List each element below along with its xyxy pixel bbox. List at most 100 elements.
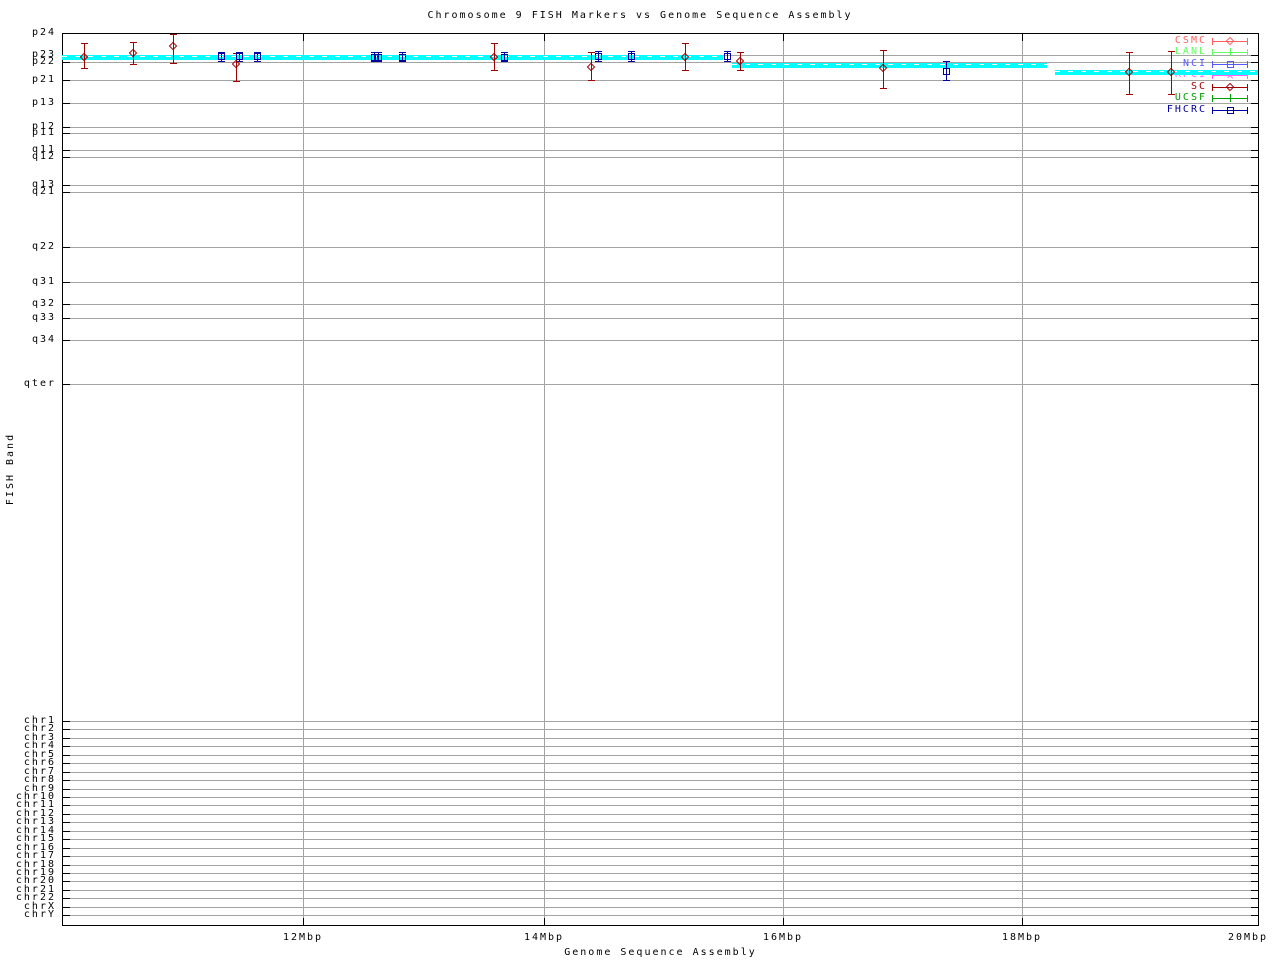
ytick-left-p21 [63, 80, 70, 81]
gridline-chr6 [63, 763, 1258, 764]
errorbar-cap [1168, 51, 1175, 52]
errorbar-cap [130, 42, 137, 43]
errorbar-cap [81, 68, 88, 69]
errorbar-cap [682, 43, 689, 44]
ytick-right-chr6 [1251, 763, 1258, 764]
ytick-right-chr15 [1251, 839, 1258, 840]
gridline-12Mbp [303, 34, 304, 925]
data-point-FHCRC [399, 54, 406, 61]
ytick-left-qter [63, 384, 70, 385]
gridline-chr5 [63, 755, 1258, 756]
ytick-label-q32: q32 [31, 298, 56, 309]
errorbar-cap [491, 43, 498, 44]
errorbar-cap [501, 52, 508, 53]
gridline-chr18 [63, 865, 1258, 866]
ytick-left-p13 [63, 103, 70, 104]
ytick-right-q34 [1251, 340, 1258, 341]
errorbar-cap [233, 81, 240, 82]
legend-label-LANL: LANL [1174, 46, 1207, 57]
ytick-left-q31 [63, 282, 70, 283]
ytick-left-chr10 [63, 797, 70, 798]
errorbar-cap [724, 61, 731, 62]
ytick-right-q32 [1251, 304, 1258, 305]
gridline-chr22 [63, 898, 1258, 899]
xtick-label-20Mbp: 20Mbp [1227, 932, 1269, 943]
gridline-chr3 [63, 738, 1258, 739]
ytick-label-q33: q33 [31, 312, 56, 323]
legend-cap [1247, 38, 1248, 45]
gridline-chr14 [63, 831, 1258, 832]
legend-cap [1212, 107, 1213, 114]
gridline-chr10 [63, 797, 1258, 798]
ytick-left-chr3 [63, 738, 70, 739]
legend-cap [1212, 61, 1213, 68]
legend-cap [1212, 38, 1213, 45]
ytick-right-chr10 [1251, 797, 1258, 798]
gridline-p11 [63, 133, 1258, 134]
legend-sample-UCSF [1212, 93, 1248, 104]
xtick-top-16Mbp [783, 34, 784, 41]
ytick-right-p21 [1251, 80, 1258, 81]
gridline-chr1 [63, 721, 1258, 722]
ytick-left-p11 [63, 133, 70, 134]
ytick-label-q21: q21 [31, 186, 56, 197]
gridline-chr2 [63, 729, 1258, 730]
data-point-FHCRC [236, 53, 243, 60]
ytick-left-chr7 [63, 772, 70, 773]
xtick-label-12Mbp: 12Mbp [282, 932, 324, 943]
ytick-left-q13 [63, 185, 70, 186]
legend-sample-SC [1212, 82, 1248, 93]
errorbar-cap [724, 51, 731, 52]
gridline-p12 [63, 127, 1258, 128]
legend-label-FHCRC: FHCRC [1166, 104, 1207, 115]
errorbar-cap [943, 80, 950, 81]
xtick-top-12Mbp [303, 34, 304, 41]
errorbar-cap [375, 61, 382, 62]
gridline-q13 [63, 185, 1258, 186]
ytick-left-chrY [63, 915, 70, 916]
errorbar-cap [628, 61, 635, 62]
ytick-right-q31 [1251, 282, 1258, 283]
errorbar-cap [943, 61, 950, 62]
ytick-left-chr2 [63, 729, 70, 730]
ytick-right-p13 [1251, 103, 1258, 104]
legend-label-CSMC: CSMC [1174, 35, 1207, 46]
gridline-14Mbp [544, 34, 545, 925]
errorbar-cap [1168, 94, 1175, 95]
ytick-right-chr9 [1251, 789, 1258, 790]
legend-cap [1247, 49, 1248, 56]
ytick-right-q13 [1251, 185, 1258, 186]
ytick-label-q34: q34 [31, 334, 56, 345]
ytick-left-chr18 [63, 865, 70, 866]
gridline-chr17 [63, 856, 1258, 857]
gridline-chr12 [63, 814, 1258, 815]
gridline-p22 [63, 62, 1258, 63]
errorbar-cap [588, 80, 595, 81]
ytick-left-chr5 [63, 755, 70, 756]
ytick-right-q12 [1251, 157, 1258, 158]
errorbar-cap [628, 51, 635, 52]
y-axis-label: FISH Band [5, 432, 16, 506]
ytick-left-chr6 [63, 763, 70, 764]
legend-sample-NCI [1212, 59, 1248, 70]
gridline-p21 [63, 80, 1258, 81]
gridline-chr15 [63, 839, 1258, 840]
ytick-label-chrY: chrY [23, 909, 56, 920]
legend-marker-SC [1225, 82, 1235, 92]
ytick-left-chr11 [63, 805, 70, 806]
errorbar-cap [1126, 94, 1133, 95]
legend-marker-LANL [1230, 48, 1231, 56]
data-point-FHCRC [254, 53, 261, 60]
gridline-chr19 [63, 873, 1258, 874]
errorbar-cap [399, 61, 406, 62]
errorbar-cap [595, 51, 602, 52]
ytick-right-chr2 [1251, 729, 1258, 730]
plot-border [62, 33, 1259, 926]
ytick-right-chr12 [1251, 814, 1258, 815]
ytick-right-q22 [1251, 247, 1258, 248]
legend-marker-UCSF [1230, 94, 1231, 102]
xtick-bottom-12Mbp [303, 918, 304, 925]
errorbar-cap [1126, 52, 1133, 53]
data-point-FHCRC [724, 53, 731, 60]
ytick-left-p12 [63, 127, 70, 128]
